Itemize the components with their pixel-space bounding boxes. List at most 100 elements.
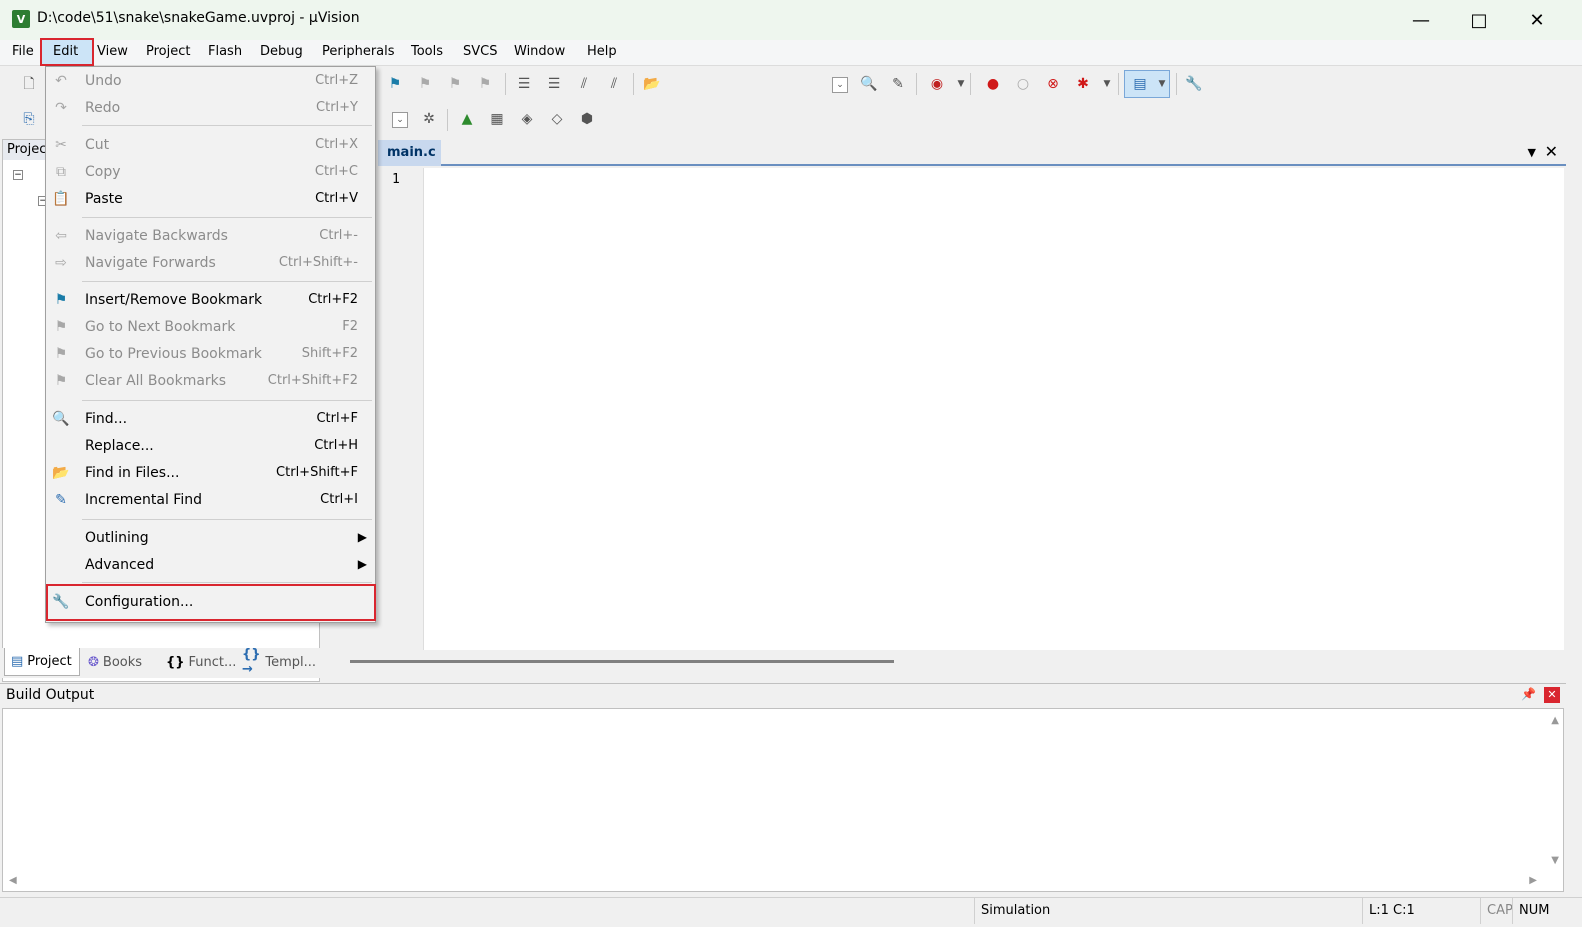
- window-layout-icon: ▤: [1133, 76, 1147, 92]
- copy-icon: ⧉: [56, 164, 66, 180]
- target-dropdown-icon[interactable]: ⌄: [392, 112, 408, 128]
- build-output-title: Build Output: [6, 687, 95, 703]
- menu-item-navigate-forwards[interactable]: ⇨ Navigate Forwards Ctrl+Shift+-: [46, 250, 375, 276]
- code-editor[interactable]: 1: [380, 168, 1564, 650]
- debug-mode-status: Simulation: [974, 898, 1196, 924]
- prev-bookmark-icon[interactable]: ⚑: [446, 75, 464, 93]
- find-in-files-icon[interactable]: 📂: [643, 75, 661, 93]
- menu-item-find[interactable]: 🔍 Find... Ctrl+F: [46, 406, 375, 432]
- close-tab-icon[interactable]: ✕: [1545, 142, 1558, 161]
- menu-item-shortcut: Ctrl+-: [319, 228, 358, 243]
- bookmark-icon[interactable]: ⚑: [386, 75, 404, 93]
- window-title: D:\code\51\snake\snakeGame.uvproj - µVis…: [37, 10, 360, 26]
- menu-item-label: Advanced: [85, 557, 155, 573]
- menu-item-advanced[interactable]: Advanced ▶: [46, 552, 375, 578]
- indent-icon[interactable]: ☰: [515, 75, 533, 93]
- select-packs-icon[interactable]: ◇: [548, 110, 566, 128]
- configuration-wrench-icon[interactable]: 🔧: [1185, 75, 1203, 93]
- menu-item-label: Find in Files...: [85, 465, 180, 481]
- scroll-up-icon[interactable]: ▲: [1551, 715, 1559, 726]
- debug-dropdown-icon[interactable]: ▼: [952, 75, 970, 93]
- dropdown-icon[interactable]: ⌄: [832, 77, 848, 93]
- next-bookmark-icon[interactable]: ⚑: [416, 75, 434, 93]
- insert-breakpoint-icon[interactable]: ●: [984, 75, 1002, 93]
- menu-item-next-bookmark[interactable]: ⚑ Go to Next Bookmark F2: [46, 314, 375, 340]
- menu-debug[interactable]: Debug: [260, 44, 303, 59]
- menu-bar: File View Project Flash Debug Peripheral…: [0, 40, 1582, 66]
- scrollbar-thumb[interactable]: [350, 660, 894, 663]
- breakpoint-dropdown-icon[interactable]: ▼: [1098, 75, 1116, 93]
- project-pane-tabs: ▤ Project ❂ Books {} Funct... {}→ Templ.…: [2, 647, 320, 678]
- menu-edit[interactable]: Edit: [40, 38, 94, 66]
- debug-session-icon[interactable]: ◉: [928, 75, 946, 93]
- menu-item-clear-bookmarks[interactable]: ⚑ Clear All Bookmarks Ctrl+Shift+F2: [46, 368, 375, 394]
- disable-breakpoint-icon[interactable]: ○: [1014, 75, 1032, 93]
- tab-list-dropdown-icon[interactable]: ▼: [1528, 146, 1536, 159]
- tab-main-c[interactable]: main.c: [378, 140, 441, 166]
- menu-item-cut[interactable]: ✂ Cut Ctrl+X: [46, 132, 375, 158]
- find-icon[interactable]: 🔍: [860, 75, 878, 93]
- tab-templates[interactable]: {}→ Templ...: [240, 647, 316, 677]
- menu-flash[interactable]: Flash: [208, 44, 242, 59]
- window-layout-button[interactable]: ▤ ▼: [1124, 70, 1170, 98]
- unindent-icon[interactable]: ☰: [545, 75, 563, 93]
- menu-separator: [82, 582, 372, 583]
- menu-window[interactable]: Window: [514, 44, 565, 59]
- menu-item-copy[interactable]: ⧉ Copy Ctrl+C: [46, 159, 375, 185]
- kill-all-breakpoints-icon[interactable]: ✱: [1074, 75, 1092, 93]
- menu-svcs[interactable]: SVCS: [463, 44, 497, 59]
- menu-item-find-in-files[interactable]: 📂 Find in Files... Ctrl+Shift+F: [46, 460, 375, 486]
- clear-bookmarks-icon[interactable]: ⚑: [476, 75, 494, 93]
- maximize-button[interactable]: □: [1450, 0, 1508, 40]
- rte-icon[interactable]: ⬢: [578, 110, 596, 128]
- menu-peripherals[interactable]: Peripherals: [322, 44, 395, 59]
- comment-icon[interactable]: ⫽: [575, 75, 593, 93]
- menu-item-redo[interactable]: ↷ Redo Ctrl+Y: [46, 95, 375, 121]
- scroll-left-icon[interactable]: ◀: [9, 875, 17, 886]
- tab-functions[interactable]: {} Funct...: [162, 648, 236, 676]
- minimize-button[interactable]: —: [1392, 0, 1450, 40]
- scroll-right-icon[interactable]: ▶: [1529, 875, 1537, 886]
- tree-collapse-icon[interactable]: −: [13, 170, 23, 180]
- menu-item-replace[interactable]: Replace... Ctrl+H: [46, 433, 375, 459]
- clear-bookmarks-icon: ⚑: [54, 373, 68, 389]
- target-options-icon[interactable]: ✲: [420, 110, 438, 128]
- pack-installer-icon[interactable]: ◈: [518, 110, 536, 128]
- build-output-header: Build Output 📌 ✕: [0, 683, 1566, 707]
- pin-icon[interactable]: 📌: [1521, 687, 1536, 701]
- scroll-down-icon[interactable]: ▼: [1551, 855, 1559, 866]
- menu-item-previous-bookmark[interactable]: ⚑ Go to Previous Bookmark Shift+F2: [46, 341, 375, 367]
- disable-all-breakpoints-icon[interactable]: ⊗: [1044, 75, 1062, 93]
- uvision-app-icon: V: [12, 10, 30, 28]
- editor-horizontal-scrollbar[interactable]: [330, 652, 1564, 670]
- menu-item-undo[interactable]: ↶ Undo Ctrl+Z: [46, 68, 375, 94]
- uncomment-icon[interactable]: ⫽: [605, 75, 623, 93]
- new-file-icon[interactable]: 🗋: [20, 75, 38, 93]
- tab-project[interactable]: ▤ Project: [4, 648, 80, 676]
- toolbar-separator: [970, 73, 971, 95]
- menu-view[interactable]: View: [97, 44, 128, 59]
- title-bar: V D:\code\51\snake\snakeGame.uvproj - µV…: [0, 0, 1582, 40]
- menu-file[interactable]: File: [12, 44, 34, 59]
- manage-components-icon[interactable]: ▲: [458, 110, 476, 128]
- menu-item-insert-remove-bookmark[interactable]: ⚑ Insert/Remove Bookmark Ctrl+F2: [46, 287, 375, 313]
- menu-tools[interactable]: Tools: [411, 44, 443, 59]
- menu-help[interactable]: Help: [587, 44, 617, 59]
- menu-item-navigate-backwards[interactable]: ⇦ Navigate Backwards Ctrl+-: [46, 223, 375, 249]
- file-extensions-icon[interactable]: ▦: [488, 110, 506, 128]
- close-panel-icon[interactable]: ✕: [1544, 687, 1560, 703]
- menu-item-incremental-find[interactable]: ✎ Incremental Find Ctrl+I: [46, 487, 375, 513]
- menu-item-shortcut: Ctrl+I: [320, 492, 358, 507]
- menu-project[interactable]: Project: [146, 44, 190, 59]
- tab-books[interactable]: ❂ Books: [84, 648, 156, 676]
- menu-item-label: Copy: [85, 164, 121, 180]
- close-button[interactable]: ✕: [1508, 0, 1566, 40]
- menu-item-shortcut: Ctrl+Shift+F2: [267, 373, 358, 388]
- menu-edit-label: Edit: [53, 44, 79, 59]
- translate-icon[interactable]: ⎘: [20, 110, 38, 128]
- incremental-find-icon[interactable]: ✎: [889, 75, 907, 93]
- menu-separator: [82, 400, 372, 401]
- build-output-area[interactable]: ▲ ▼ ◀ ▶: [2, 708, 1564, 892]
- menu-item-paste[interactable]: 📋 Paste Ctrl+V: [46, 186, 375, 212]
- menu-item-outlining[interactable]: Outlining ▶: [46, 525, 375, 551]
